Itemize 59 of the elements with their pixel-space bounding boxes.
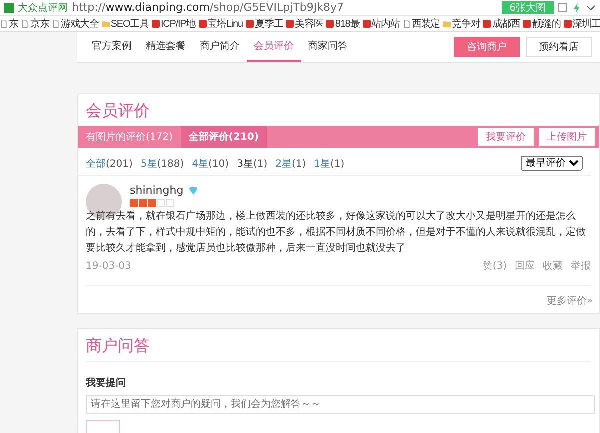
site-icon (523, 20, 532, 28)
bookmark[interactable]: 宝塔Linu (198, 16, 243, 30)
grid-icon (558, 2, 568, 12)
bookmark[interactable]: 游戏大全 (52, 16, 99, 30)
site-icon (362, 20, 371, 28)
site-label: 大众点评网 (18, 2, 68, 14)
bookmark[interactable]: 818最 (326, 16, 360, 30)
question-field[interactable]: 请在这里留下您对商户的疑问，我们会为您解答～～ (86, 395, 595, 414)
booking-button[interactable]: 预约看店 (526, 37, 592, 57)
folder-icon (443, 20, 452, 28)
diamond-icon (188, 186, 198, 194)
url-field[interactable]: http://www.dianping.com/shop/G5EVILpjTb9Jk8y7 (72, 1, 498, 14)
chevron-icon (586, 2, 596, 12)
nav-tab[interactable]: 官方案例 (85, 32, 139, 62)
star-filter[interactable]: 1星(1) (314, 156, 345, 170)
bookmark[interactable]: 东 (0, 16, 18, 30)
star-filter[interactable]: 4星(10) (192, 156, 230, 170)
page-icon (21, 20, 30, 28)
lightning-icon (572, 2, 582, 12)
page-icon (52, 20, 60, 28)
bookmark[interactable]: 夏季工 (246, 16, 284, 30)
nav-tab[interactable]: 精选套餐 (139, 32, 193, 62)
bookmark[interactable]: ICP/IP地 (152, 16, 196, 30)
more-reviews-link[interactable]: 更多评价» (540, 286, 599, 313)
site-icon (286, 20, 294, 28)
site-icon (564, 20, 572, 28)
bookmark[interactable]: 成都西 (483, 16, 520, 30)
bookmark[interactable]: 深圳工 (564, 16, 600, 30)
bookmark[interactable]: 西装定 (402, 16, 440, 30)
site-icon (326, 20, 334, 28)
nav-tab[interactable]: 商家问答 (301, 32, 355, 62)
bookmark[interactable]: 美容医 (286, 16, 324, 30)
section-title: 商户问答 (85, 335, 151, 357)
site-logo-icon (4, 2, 14, 12)
submit-button[interactable] (86, 420, 120, 433)
review-date: 19-03-03 (86, 260, 132, 272)
ask-label: 我要提问 (84, 376, 127, 391)
folder-icon (102, 20, 110, 28)
review-text: 之前有去看，就在银石广场那边，楼上做西装的还比较多，好像这家说的可以大了改大小又是明星开的还是怎么的，去看了下，样式中规中矩的，能试的也不多，根据不同材质不同价格，但是对于不懂的人来说就很混乱，定做要比较久才能拿到，感觉店员也比较傲那种，后来一直没时间也就没去了 (86, 210, 587, 256)
user-name: shininghg (130, 184, 184, 197)
star-filter[interactable]: 全部(201) (86, 156, 133, 170)
review-action-button[interactable]: 我要评价 (478, 128, 534, 146)
page-icon (402, 20, 411, 28)
nav-tab[interactable]: 商户简介 (193, 32, 247, 62)
bookmark[interactable]: 站内站 (362, 16, 400, 30)
star-filter[interactable]: 3星(1) (237, 156, 268, 170)
nav-tab[interactable]: 会员评价 (247, 32, 301, 62)
sort-select[interactable]: 最早评价 (521, 156, 583, 171)
site-icon (152, 20, 160, 28)
site-icon (483, 20, 492, 28)
star-filter[interactable]: 5星(188) (140, 156, 184, 170)
bookmark[interactable]: SEO工具 (102, 16, 149, 30)
bookmark[interactable]: 京东 (21, 16, 50, 30)
star-filter[interactable]: 2星(1) (276, 156, 306, 170)
section-title: 会员评价 (85, 100, 151, 122)
bookmark[interactable]: 竞争对 (443, 16, 480, 30)
site-icon (246, 20, 254, 28)
site-icon (198, 20, 207, 28)
bookmark[interactable]: 靓缝的 (523, 16, 561, 30)
